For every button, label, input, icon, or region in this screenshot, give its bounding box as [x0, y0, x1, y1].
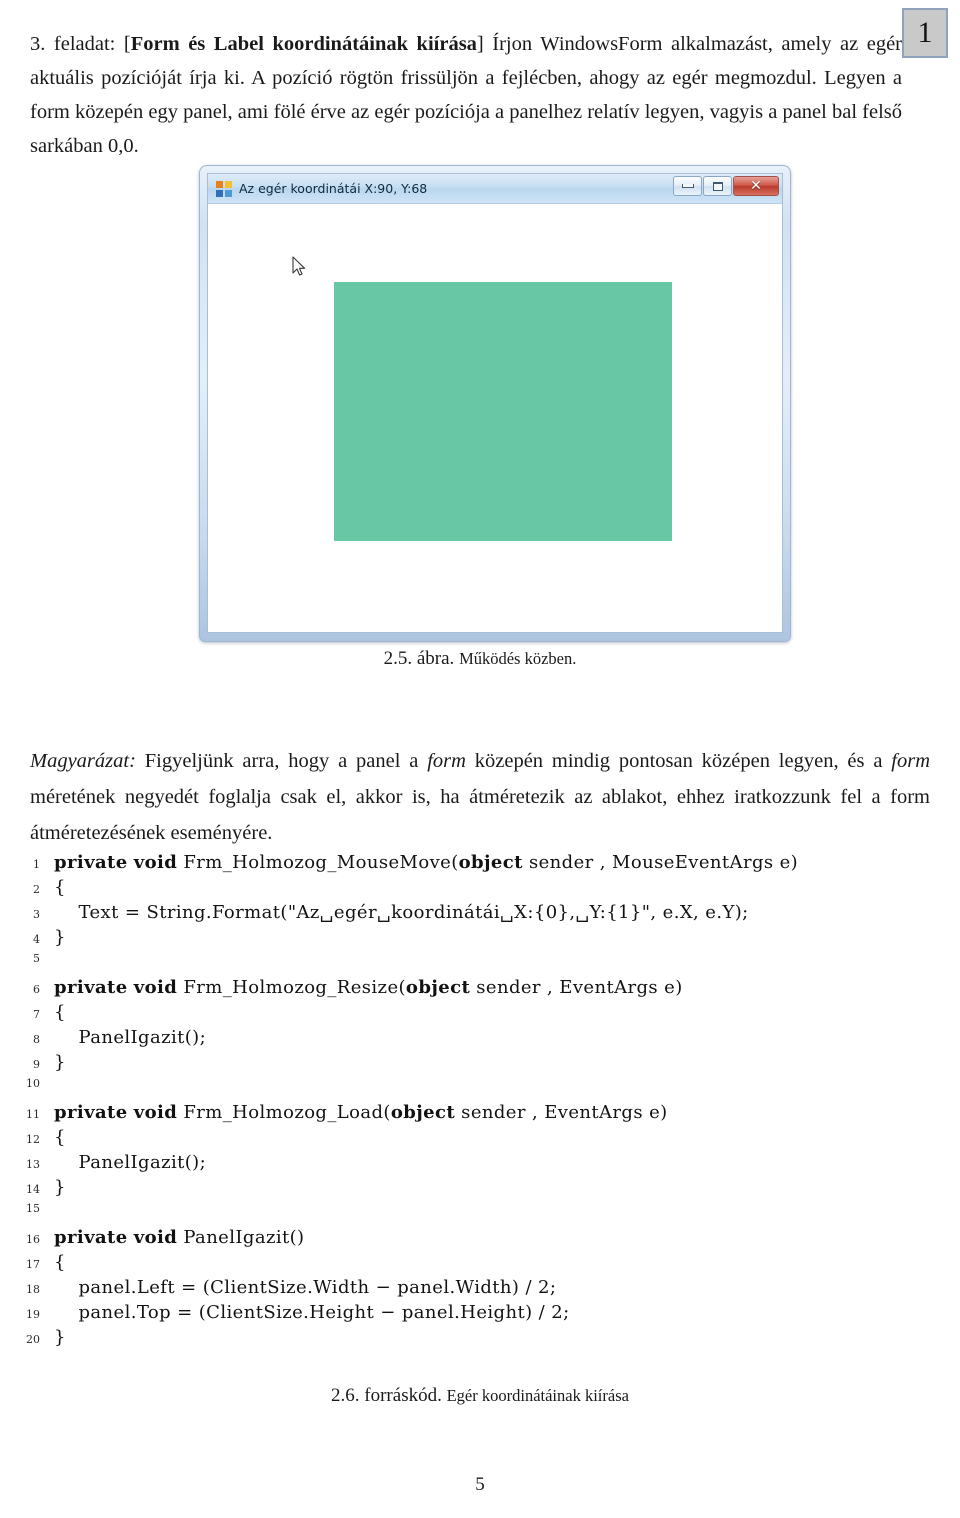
code-line-number: 15	[26, 1202, 40, 1215]
code-line-text: panel.Left = (ClientSize.Width − panel.W…	[54, 1277, 557, 1298]
figure-caption-text: Működés közben.	[459, 649, 577, 668]
code-line: 17 {	[10, 1252, 940, 1277]
code-line-text: panel.Top = (ClientSize.Height − panel.H…	[54, 1302, 570, 1323]
code-line: 11 private void Frm_Holmozog_Load(object …	[10, 1102, 940, 1127]
code-line-text: {	[54, 1127, 66, 1148]
code-line-text: }	[54, 1177, 66, 1198]
figure-caption: 2.5. ábra. Működés közben.	[0, 648, 960, 670]
minimize-icon	[681, 184, 694, 188]
app-window: Az egér koordinátái X:90, Y:68 ✕	[199, 165, 791, 642]
code-line-text: {	[54, 1002, 66, 1023]
code-line: 10	[10, 1077, 940, 1102]
code-line: 16 private void PanelIgazit()	[10, 1227, 940, 1252]
code-line-text: {	[54, 877, 66, 898]
code-line-number: 18	[26, 1283, 40, 1296]
window-inner-frame: Az egér koordinátái X:90, Y:68 ✕	[207, 173, 783, 633]
code-line-number: 2	[33, 883, 40, 896]
code-line-text: Text = String.Format("Az␣egér␣koordinátá…	[54, 902, 749, 923]
code-line: 20}	[10, 1327, 940, 1352]
code-line-text: private void PanelIgazit()	[54, 1227, 305, 1248]
code-line: 14}	[10, 1177, 940, 1202]
code-line: 7{	[10, 1002, 940, 1027]
code-line: 3 Text = String.Format("Az␣egér␣koordiná…	[10, 902, 940, 927]
explanation-part1: Figyeljünk arra, hogy a panel a	[135, 749, 428, 772]
code-line: 1 private void Frm_Holmozog_MouseMove(obj…	[10, 852, 940, 877]
code-line-text: }	[54, 1327, 66, 1348]
source-caption: 2.6. forráskód. Egér koordinátáinak kiír…	[0, 1385, 960, 1407]
winforms-app-icon	[216, 180, 232, 197]
bracket-open: [	[123, 32, 131, 55]
code-line: 9}	[10, 1052, 940, 1077]
code-line-text: private void Frm_Holmozog_Load(object se…	[54, 1102, 668, 1123]
code-line: 12 {	[10, 1127, 940, 1152]
code-line: 6 private void Frm_Holmozog_Resize(object…	[10, 977, 940, 1002]
code-line-text: PanelIgazit();	[54, 1152, 207, 1173]
centered-green-panel	[334, 282, 672, 541]
window-titlebar: Az egér koordinátái X:90, Y:68 ✕	[208, 174, 782, 204]
code-line-number: 5	[33, 952, 40, 965]
arrow-cursor	[292, 256, 306, 276]
close-button[interactable]: ✕	[733, 176, 779, 196]
code-line-number: 4	[33, 933, 40, 946]
code-line: 4}	[10, 927, 940, 952]
maximize-button[interactable]	[703, 176, 732, 196]
source-caption-label: 2.6. forráskód.	[331, 1385, 442, 1406]
code-line: 15	[10, 1202, 940, 1227]
page-number: 5	[0, 1474, 960, 1496]
code-line-number: 3	[33, 908, 40, 921]
margin-page-marker-label: 1	[917, 16, 933, 49]
code-line-text: private void Frm_Holmozog_MouseMove(obje…	[54, 852, 799, 873]
page-number-label: 5	[475, 1474, 485, 1495]
code-line: 18 panel.Left = (ClientSize.Width − pane…	[10, 1277, 940, 1302]
explanation-paragraph: Magyarázat: Figyeljünk arra, hogy a pane…	[30, 743, 930, 851]
code-line-number: 14	[26, 1183, 40, 1196]
code-line: 19 panel.Top = (ClientSize.Height − pane…	[10, 1302, 940, 1327]
code-line-number: 16	[26, 1233, 40, 1246]
explanation-emphasis-form-2: form	[891, 749, 931, 772]
task-statement: 3. feladat: [Form és Label koordinátáina…	[30, 27, 902, 163]
screenshot-figure: Az egér koordinátái X:90, Y:68 ✕	[199, 165, 791, 642]
code-line-number: 9	[33, 1058, 40, 1071]
maximize-icon	[712, 181, 723, 191]
code-line-number: 17	[26, 1258, 40, 1271]
code-line: 13 PanelIgazit();	[10, 1152, 940, 1177]
explanation-part3: méretének negyedét foglalja csak el, akk…	[30, 785, 930, 844]
explanation-lead: Magyarázat:	[30, 749, 136, 772]
code-line: 5	[10, 952, 940, 977]
code-line-number: 13	[26, 1158, 40, 1171]
code-line-number: 1	[33, 858, 40, 871]
code-line-text: }	[54, 1052, 66, 1073]
code-line-number: 6	[33, 983, 40, 996]
code-line-number: 20	[26, 1333, 40, 1346]
window-client-area	[208, 204, 782, 632]
code-line-number: 7	[33, 1008, 40, 1021]
code-line-text: }	[54, 927, 66, 948]
code-line: 8 PanelIgazit();	[10, 1027, 940, 1052]
code-line-number: 10	[26, 1077, 40, 1090]
code-line-number: 11	[26, 1108, 40, 1121]
code-line-text: private void Frm_Holmozog_Resize(object …	[54, 977, 683, 998]
margin-page-marker: 1	[902, 8, 948, 58]
code-line-text: {	[54, 1252, 66, 1273]
minimize-button[interactable]	[673, 176, 702, 196]
code-line-text: PanelIgazit();	[54, 1027, 207, 1048]
figure-caption-label: 2.5. ábra.	[383, 648, 455, 669]
task-title: Form és Label koordinátáinak kiírása	[130, 32, 477, 55]
code-line-number: 19	[26, 1308, 40, 1321]
code-line-number: 8	[33, 1033, 40, 1046]
code-line-number: 12	[26, 1133, 40, 1146]
code-listing: 1 private void Frm_Holmozog_MouseMove(obj…	[10, 852, 940, 1352]
explanation-emphasis-form-1: form	[427, 749, 466, 772]
task-number: 3. feladat:	[30, 32, 116, 55]
close-icon: ✕	[750, 178, 762, 194]
bracket-close: ]	[476, 32, 484, 55]
code-line: 2{	[10, 877, 940, 902]
window-title: Az egér koordinátái X:90, Y:68	[239, 181, 428, 196]
window-controls: ✕	[673, 176, 779, 196]
explanation-part2: közepén mindig pontosan középen legyen, …	[465, 749, 892, 772]
source-caption-text: Egér koordinátáinak kiírása	[446, 1386, 629, 1405]
